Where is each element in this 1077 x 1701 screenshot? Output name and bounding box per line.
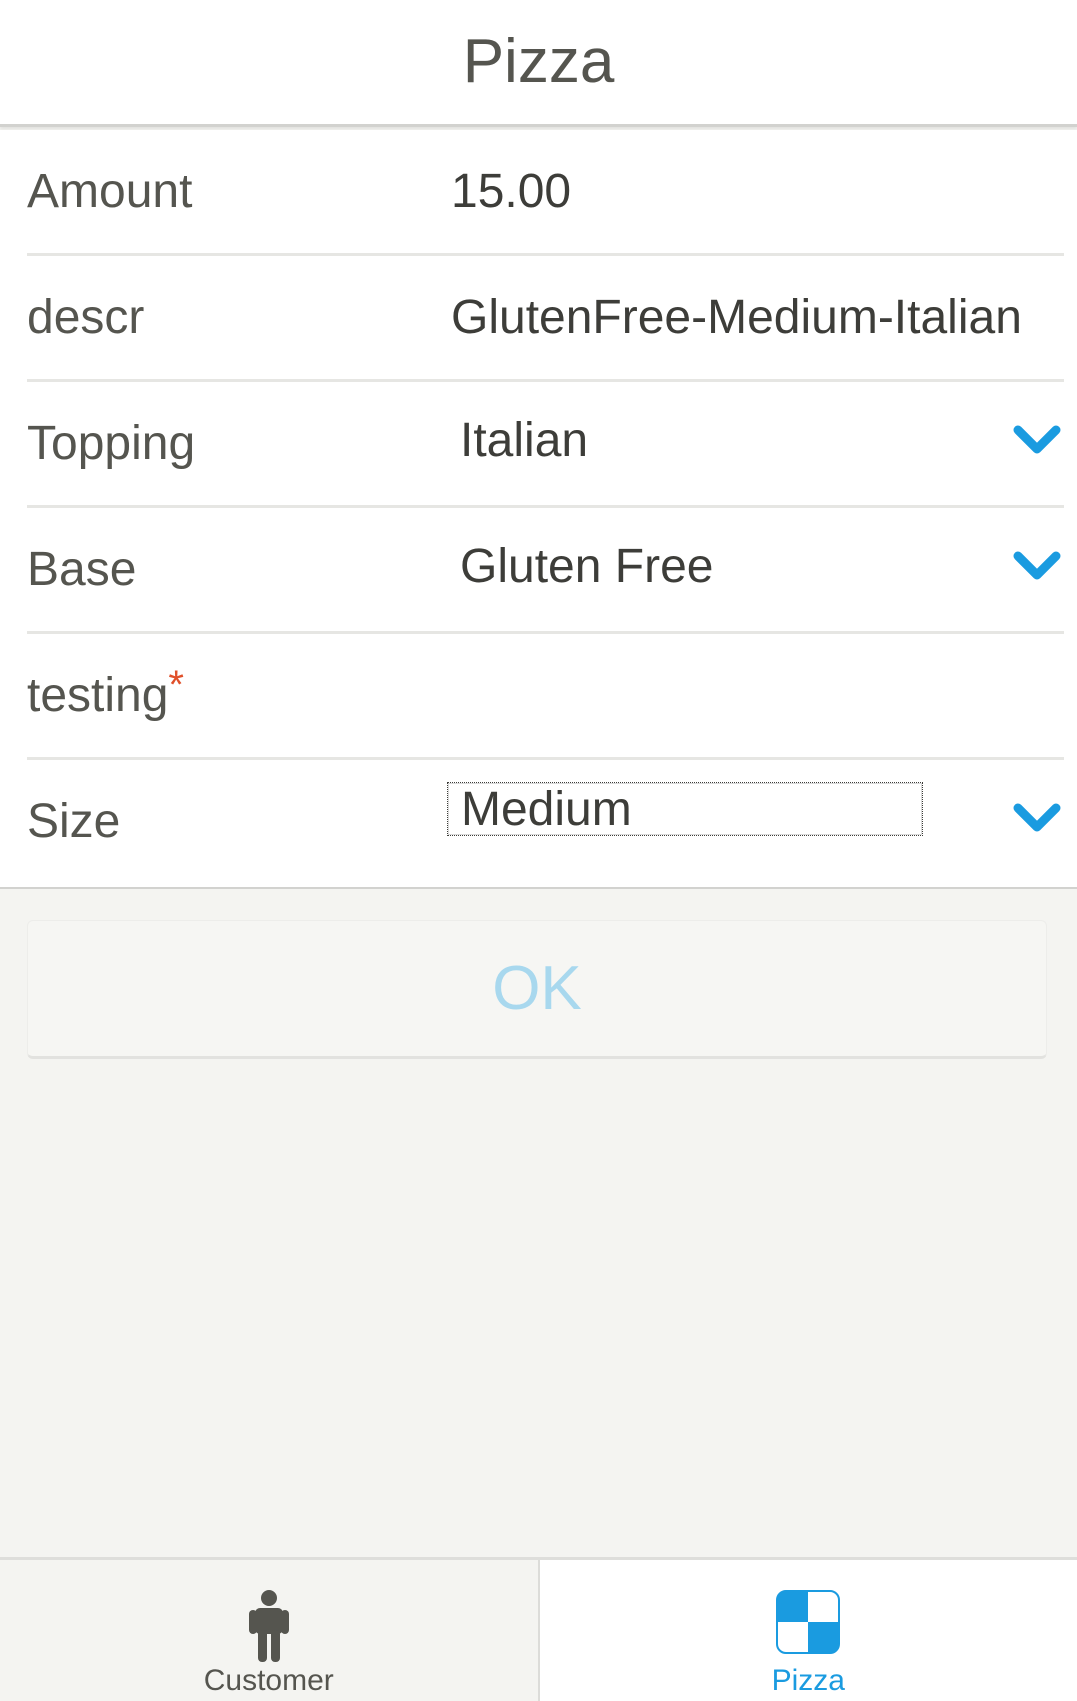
descr-label: descr <box>27 291 145 344</box>
size-label: Size <box>27 795 121 848</box>
ok-button[interactable]: OK <box>27 920 1047 1059</box>
topping-select[interactable]: Italian <box>460 382 588 500</box>
bottom-tab-bar: Customer Pizza <box>0 1557 1077 1701</box>
pizza-form: Amount 15.00 descr GlutenFree-Medium-Ita… <box>0 130 1077 889</box>
form-row-size[interactable]: Size Medium <box>27 760 1064 886</box>
app-header: Pizza <box>0 0 1077 127</box>
size-select[interactable]: Medium <box>447 782 923 836</box>
tab-pizza-label: Pizza <box>771 1664 845 1697</box>
testing-label: testing* <box>27 663 184 722</box>
required-marker: * <box>168 663 184 707</box>
testing-field[interactable] <box>451 634 971 757</box>
chevron-down-icon[interactable] <box>1012 798 1062 838</box>
descr-field[interactable]: GlutenFree-Medium-Italian <box>451 256 1022 379</box>
chevron-down-icon[interactable] <box>1012 546 1062 586</box>
tab-pizza[interactable]: Pizza <box>539 1560 1077 1701</box>
base-label: Base <box>27 543 137 596</box>
form-row-base[interactable]: Base Gluten Free <box>27 508 1064 634</box>
form-row-descr: descr GlutenFree-Medium-Italian <box>27 256 1064 382</box>
form-row-amount: Amount 15.00 <box>27 130 1064 256</box>
pizza-grid-icon <box>776 1590 841 1654</box>
amount-label: Amount <box>27 165 193 218</box>
tab-customer[interactable]: Customer <box>0 1560 540 1701</box>
page-title: Pizza <box>462 26 615 96</box>
amount-field[interactable]: 15.00 <box>451 130 571 253</box>
form-row-testing: testing* <box>27 634 1064 760</box>
form-row-topping[interactable]: Topping Italian <box>27 382 1064 508</box>
person-icon <box>248 1590 289 1662</box>
chevron-down-icon[interactable] <box>1012 420 1062 460</box>
base-select[interactable]: Gluten Free <box>460 508 713 626</box>
topping-label: Topping <box>27 417 196 470</box>
tab-customer-label: Customer <box>203 1664 334 1697</box>
